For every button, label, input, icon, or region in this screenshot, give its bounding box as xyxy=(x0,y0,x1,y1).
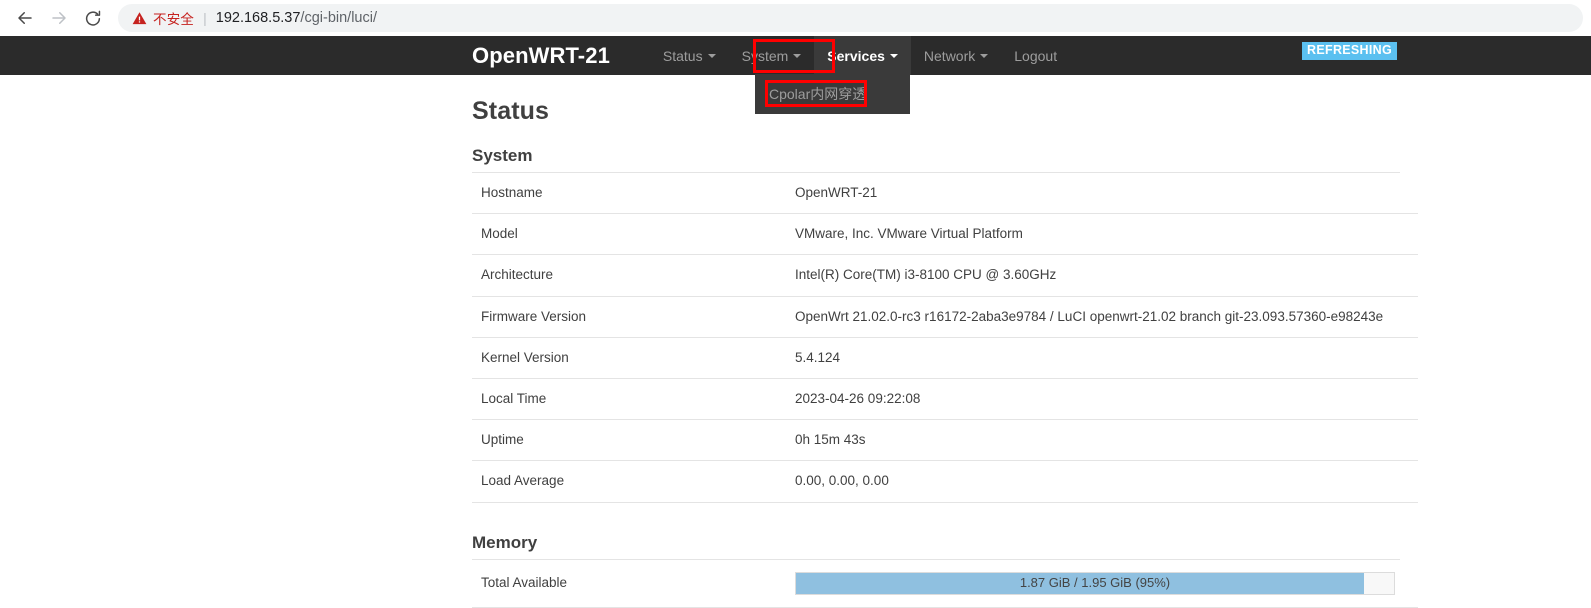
memory-progress-bar: 1.87 GiB / 1.95 GiB (95%) xyxy=(795,571,1395,595)
table-row: Kernel Version 5.4.124 xyxy=(472,337,1418,379)
menu-item-services[interactable]: Services xyxy=(814,36,911,75)
row-value: 0h 15m 43s xyxy=(786,419,1418,462)
row-label: Model xyxy=(472,213,786,256)
row-value: 0.00, 0.00, 0.00 xyxy=(786,460,1418,503)
page-title: Status xyxy=(472,97,550,125)
openwrt-navbar: OpenWRT-21 Status System Services Networ… xyxy=(0,36,1591,75)
menu-item-status-label: Status xyxy=(662,47,703,64)
row-label: Total Available xyxy=(472,559,786,608)
table-row: Model VMware, Inc. VMware Virtual Platfo… xyxy=(472,213,1418,256)
row-label: Architecture xyxy=(472,254,786,297)
row-label: Firmware Version xyxy=(472,296,786,338)
chevron-down-icon xyxy=(980,53,989,58)
section-title-system: System xyxy=(472,146,533,165)
table-row: Total Available 1.87 GiB / 1.95 GiB (95%… xyxy=(472,559,1418,608)
back-arrow-icon xyxy=(16,9,34,27)
forward-arrow-icon xyxy=(50,9,68,27)
menu-item-network-label: Network xyxy=(923,47,976,64)
row-value: OpenWRT-21 xyxy=(786,173,1418,215)
memory-progress-label: 1.87 GiB / 1.95 GiB (95%) xyxy=(1019,575,1171,591)
menu-item-services-label: Services xyxy=(827,47,885,64)
table-row: Architecture Intel(R) Core(TM) i3-8100 C… xyxy=(472,254,1418,297)
forward-button[interactable] xyxy=(42,1,76,35)
main-menu: Status System Services Network Logout xyxy=(650,36,1070,75)
menu-item-network[interactable]: Network xyxy=(911,36,1001,75)
table-row: Load Average 0.00, 0.00, 0.00 xyxy=(472,460,1418,503)
row-label: Hostname xyxy=(472,173,786,215)
section-title-memory: Memory xyxy=(472,532,538,552)
status-badge: REFRESHING xyxy=(1302,42,1397,60)
row-value: 2023-04-26 09:22:08 xyxy=(786,378,1418,421)
system-info-table: Hostname OpenWRT-21 Model VMware, Inc. V… xyxy=(472,173,1418,503)
dropdown-item-cpolar[interactable]: Cpolar内网穿透 xyxy=(755,80,910,108)
warning-triangle-icon xyxy=(132,11,147,26)
chevron-down-icon xyxy=(793,53,802,58)
menu-item-system-label: System xyxy=(741,47,789,64)
row-label: Load Average xyxy=(472,460,786,503)
url-path: /cgi-bin/luci/ xyxy=(300,10,377,26)
menu-item-system[interactable]: System xyxy=(729,36,815,75)
address-bar[interactable]: 不安全 | 192.168.5.37/cgi-bin/luci/ xyxy=(118,4,1583,32)
menu-item-logout[interactable]: Logout xyxy=(1001,36,1070,75)
memory-info-table: Total Available 1.87 GiB / 1.95 GiB (95%… xyxy=(472,559,1418,608)
url-host: 192.168.5.37 xyxy=(215,10,301,26)
brand-title: OpenWRT-21 xyxy=(472,42,610,68)
row-label: Local Time xyxy=(472,378,786,421)
row-label: Kernel Version xyxy=(472,337,786,379)
row-value: 1.87 GiB / 1.95 GiB (95%) xyxy=(786,559,1418,608)
omnibox-separator: | xyxy=(203,10,207,26)
menu-item-status[interactable]: Status xyxy=(650,36,729,75)
row-value: VMware, Inc. VMware Virtual Platform xyxy=(786,213,1418,256)
reload-button[interactable] xyxy=(76,1,110,35)
chevron-down-icon xyxy=(889,53,898,58)
chevron-down-icon xyxy=(707,53,716,58)
services-dropdown-menu: Cpolar内网穿透 xyxy=(755,74,910,114)
row-value: Intel(R) Core(TM) i3-8100 CPU @ 3.60GHz xyxy=(786,254,1418,297)
table-row: Hostname OpenWRT-21 xyxy=(472,173,1418,215)
row-value: OpenWrt 21.02.0-rc3 r16172-2aba3e9784 / … xyxy=(786,296,1418,338)
table-row: Firmware Version OpenWrt 21.02.0-rc3 r16… xyxy=(472,296,1418,338)
table-row: Uptime 0h 15m 43s xyxy=(472,419,1418,462)
row-label: Uptime xyxy=(472,419,786,462)
table-row: Local Time 2023-04-26 09:22:08 xyxy=(472,378,1418,421)
status-page: Status System Hostname OpenWRT-21 Model … xyxy=(0,75,1591,608)
security-status-label: 不安全 xyxy=(153,12,195,27)
menu-item-logout-label: Logout xyxy=(1014,47,1058,64)
row-value: 5.4.124 xyxy=(786,337,1418,379)
back-button[interactable] xyxy=(8,1,42,35)
reload-icon xyxy=(84,9,102,27)
browser-toolbar: 不安全 | 192.168.5.37/cgi-bin/luci/ xyxy=(0,0,1591,36)
